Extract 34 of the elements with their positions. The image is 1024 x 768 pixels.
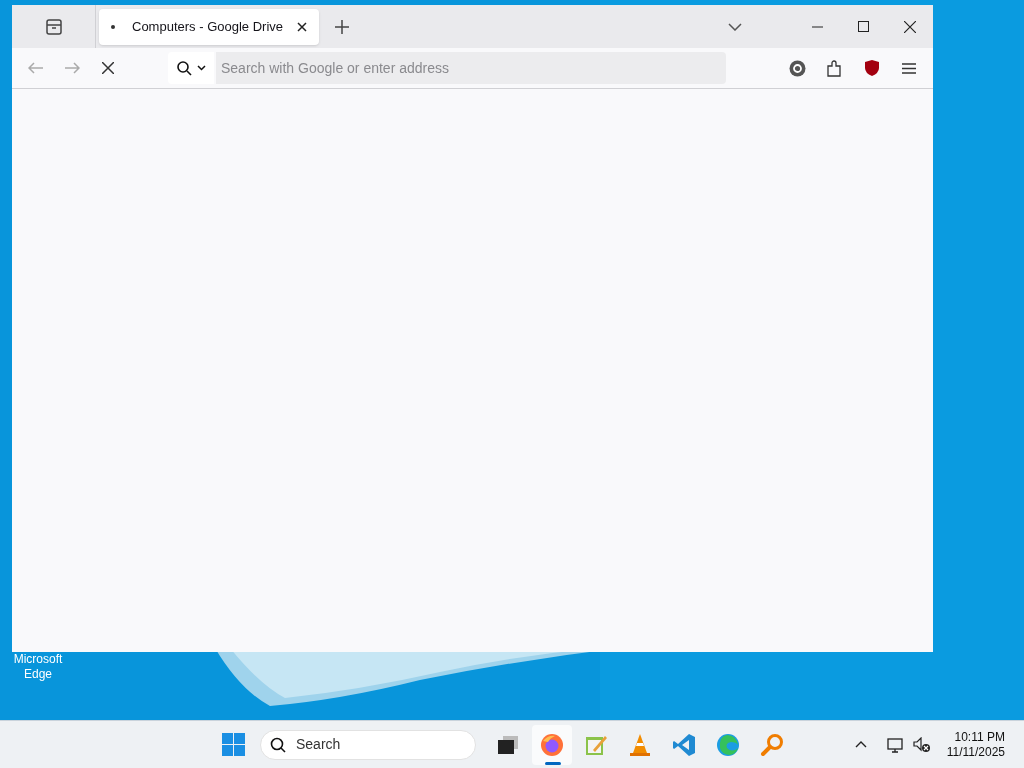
monitor-icon[interactable] [886, 736, 905, 753]
minimize-icon[interactable] [812, 25, 823, 28]
address-field[interactable]: Search with Google or enter address [216, 52, 726, 84]
chevron-up-icon[interactable] [854, 741, 867, 748]
search-icon [176, 60, 192, 76]
search-placeholder: Search [296, 735, 341, 754]
close-window-icon[interactable] [904, 20, 916, 33]
tab-title: Computers - Google Drive [132, 17, 284, 36]
maximize-icon[interactable] [858, 21, 869, 32]
clock-date: 11/11/2025 [946, 744, 1005, 760]
wave-globe-icon [716, 732, 740, 757]
taskbar-search-field[interactable]: Search [260, 729, 476, 760]
browser-tab[interactable]: Computers - Google Drive [99, 8, 319, 45]
traffic-cone-icon [629, 732, 651, 757]
search-engine-button[interactable] [168, 52, 214, 84]
muted-speaker-icon[interactable] [912, 736, 931, 753]
window-stack-icon [497, 733, 519, 756]
shield-icon[interactable] [864, 59, 880, 77]
stop-icon[interactable] [102, 62, 114, 74]
clock-time: 10:11 PM [954, 729, 1005, 745]
new-tab-icon[interactable] [335, 19, 349, 34]
start-icon[interactable] [222, 733, 245, 756]
chevron-down-icon[interactable] [728, 22, 742, 31]
close-icon[interactable] [297, 21, 307, 32]
menu-icon[interactable] [902, 62, 916, 74]
caret-icon [196, 65, 206, 71]
fox-globe-icon [540, 732, 564, 757]
code-editor-icon [672, 732, 696, 757]
puzzle-piece-icon[interactable] [827, 59, 842, 77]
magnifier-icon [760, 732, 784, 757]
active-indicator [545, 761, 561, 765]
search-icon [270, 736, 286, 753]
archive-box-icon [44, 18, 63, 35]
circle-badge-icon[interactable] [789, 59, 806, 77]
